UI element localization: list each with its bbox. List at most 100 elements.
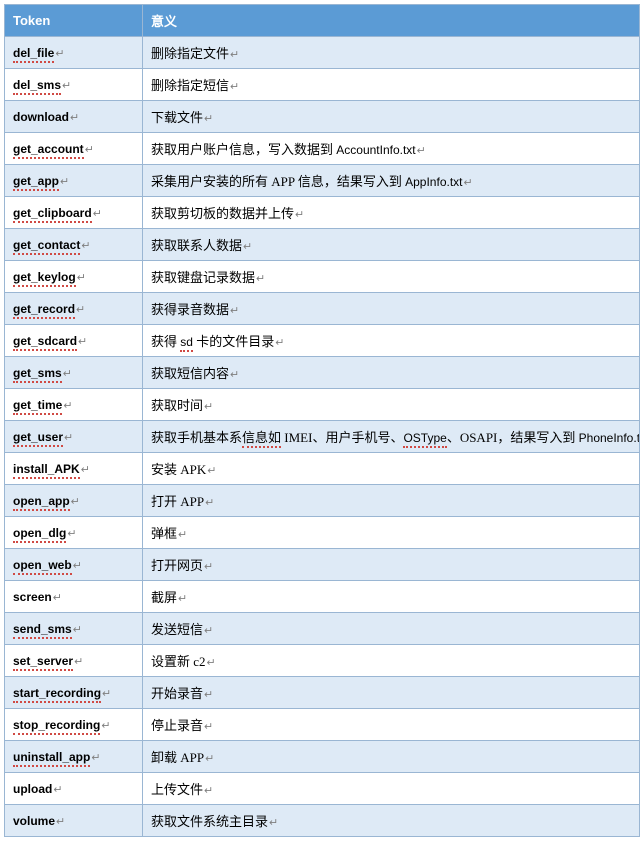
token-text: del_sms bbox=[13, 78, 61, 95]
paragraph-mark-icon: ↵ bbox=[81, 464, 90, 476]
meaning-cell: 获得 sd 卡的文件目录↵ bbox=[143, 325, 640, 357]
table-row: volume↵获取文件系统主目录↵ bbox=[5, 805, 640, 837]
token-text: start_recording bbox=[13, 686, 101, 703]
paragraph-mark-icon: ↵ bbox=[178, 593, 187, 605]
paragraph-mark-icon: ↵ bbox=[207, 657, 216, 669]
token-text: get_sdcard bbox=[13, 334, 77, 351]
table-row: set_server ↵设置新 c2↵ bbox=[5, 645, 640, 677]
token-text: volume bbox=[13, 814, 55, 828]
token-text: get_sms bbox=[13, 366, 62, 383]
paragraph-mark-icon: ↵ bbox=[204, 721, 213, 733]
paragraph-mark-icon: ↵ bbox=[204, 689, 213, 701]
meaning-cell: 获取联系人数据↵ bbox=[143, 229, 640, 261]
paragraph-mark-icon: ↵ bbox=[71, 496, 80, 508]
token-text: del_file bbox=[13, 46, 54, 63]
paragraph-mark-icon: ↵ bbox=[275, 337, 284, 349]
meaning-cell: 获取短信内容↵ bbox=[143, 357, 640, 389]
token-cell: get_sms↵ bbox=[5, 357, 143, 389]
meaning-cell: 弹框↵ bbox=[143, 517, 640, 549]
paragraph-mark-icon: ↵ bbox=[93, 208, 102, 220]
paragraph-mark-icon: ↵ bbox=[178, 529, 187, 541]
meaning-cell: 开始录音↵ bbox=[143, 677, 640, 709]
paragraph-mark-icon: ↵ bbox=[102, 688, 111, 700]
paragraph-mark-icon: ↵ bbox=[205, 753, 214, 765]
meaning-text: 弹框 bbox=[151, 526, 177, 541]
token-text: get_user bbox=[13, 430, 63, 447]
paragraph-mark-icon: ↵ bbox=[230, 305, 239, 317]
token-cell: install_APK↵ bbox=[5, 453, 143, 485]
meaning-text: 安装 APK bbox=[151, 462, 206, 477]
meaning-cell: 发送短信↵ bbox=[143, 613, 640, 645]
token-cell: get_app↵ bbox=[5, 165, 143, 197]
paragraph-mark-icon: ↵ bbox=[204, 113, 213, 125]
meaning-cell: 获取文件系统主目录↵ bbox=[143, 805, 640, 837]
paragraph-mark-icon: ↵ bbox=[56, 816, 65, 828]
table-row: get_sdcard ↵获得 sd 卡的文件目录↵ bbox=[5, 325, 640, 357]
token-cell: start_recording↵ bbox=[5, 677, 143, 709]
meaning-cell: 获取剪切板的数据并上传↵ bbox=[143, 197, 640, 229]
token-cell: open_app↵ bbox=[5, 485, 143, 517]
token-text: install_APK bbox=[13, 462, 80, 479]
meaning-text: 设置新 c2 bbox=[151, 654, 206, 669]
token-cell: del_file↵ bbox=[5, 37, 143, 69]
token-text: open_web bbox=[13, 558, 72, 575]
paragraph-mark-icon: ↵ bbox=[230, 81, 239, 93]
meaning-cell: 获取时间↵ bbox=[143, 389, 640, 421]
token-cell: open_web↵ bbox=[5, 549, 143, 581]
paragraph-mark-icon: ↵ bbox=[62, 80, 71, 92]
paragraph-mark-icon: ↵ bbox=[63, 368, 72, 380]
paragraph-mark-icon: ↵ bbox=[91, 752, 100, 764]
table-row: start_recording↵开始录音↵ bbox=[5, 677, 640, 709]
paragraph-mark-icon: ↵ bbox=[81, 240, 90, 252]
paragraph-mark-icon: ↵ bbox=[204, 785, 213, 797]
paragraph-mark-icon: ↵ bbox=[85, 144, 94, 156]
token-cell: get_time↵ bbox=[5, 389, 143, 421]
paragraph-mark-icon: ↵ bbox=[243, 241, 252, 253]
meaning-text: 卸载 APP bbox=[151, 750, 204, 765]
token-text: get_record bbox=[13, 302, 75, 319]
paragraph-mark-icon: ↵ bbox=[204, 561, 213, 573]
paragraph-mark-icon: ↵ bbox=[67, 528, 76, 540]
meaning-cell: 打开 APP↵ bbox=[143, 485, 640, 517]
paragraph-mark-icon: ↵ bbox=[73, 560, 82, 572]
meaning-text: 开始录音 bbox=[151, 686, 203, 701]
table-row: get_record↵获得录音数据↵ bbox=[5, 293, 640, 325]
paragraph-mark-icon: ↵ bbox=[55, 48, 64, 60]
paragraph-mark-icon: ↵ bbox=[101, 720, 110, 732]
meaning-text: 获取剪切板的数据并上传 bbox=[151, 206, 294, 221]
token-text: get_keylog bbox=[13, 270, 76, 287]
meaning-text: 获取手机基本系信息如 IMEI、用户手机号、OSType、OSAPI，结果写入到… bbox=[151, 430, 640, 445]
meaning-cell: 采集用户安装的所有 APP 信息，结果写入到 AppInfo.txt↵ bbox=[143, 165, 640, 197]
meaning-text: 获得录音数据 bbox=[151, 302, 229, 317]
table-row: get_keylog↵获取键盘记录数据↵ bbox=[5, 261, 640, 293]
token-cell: volume↵ bbox=[5, 805, 143, 837]
token-cell: download↵ bbox=[5, 101, 143, 133]
meaning-text: 打开网页 bbox=[151, 558, 203, 573]
table-row: get_contact↵获取联系人数据↵ bbox=[5, 229, 640, 261]
meaning-text: 停止录音 bbox=[151, 718, 203, 733]
meaning-text: 打开 APP bbox=[151, 494, 204, 509]
table-row: open_app↵打开 APP↵ bbox=[5, 485, 640, 517]
paragraph-mark-icon: ↵ bbox=[207, 465, 216, 477]
meaning-cell: 下载文件↵ bbox=[143, 101, 640, 133]
table-row: get_time↵获取时间↵ bbox=[5, 389, 640, 421]
token-cell: get_clipboard↵ bbox=[5, 197, 143, 229]
meaning-text: 获取短信内容 bbox=[151, 366, 229, 381]
token-text: upload bbox=[13, 782, 52, 796]
token-text: get_app bbox=[13, 174, 59, 191]
meaning-cell: 删除指定文件↵ bbox=[143, 37, 640, 69]
token-cell: uninstall_app↵ bbox=[5, 741, 143, 773]
meaning-cell: 设置新 c2↵ bbox=[143, 645, 640, 677]
paragraph-mark-icon: ↵ bbox=[230, 369, 239, 381]
paragraph-mark-icon: ↵ bbox=[230, 49, 239, 61]
paragraph-mark-icon: ↵ bbox=[205, 497, 214, 509]
table-row: del_sms↵删除指定短信↵ bbox=[5, 69, 640, 101]
paragraph-mark-icon: ↵ bbox=[53, 592, 62, 604]
token-cell: del_sms↵ bbox=[5, 69, 143, 101]
paragraph-mark-icon: ↵ bbox=[464, 177, 473, 189]
meaning-text: 采集用户安装的所有 APP 信息，结果写入到 AppInfo.txt bbox=[151, 174, 463, 189]
token-text: set_server bbox=[13, 654, 73, 671]
token-cell: get_user↵ bbox=[5, 421, 143, 453]
header-token: Token bbox=[5, 5, 143, 37]
meaning-cell: 卸载 APP↵ bbox=[143, 741, 640, 773]
